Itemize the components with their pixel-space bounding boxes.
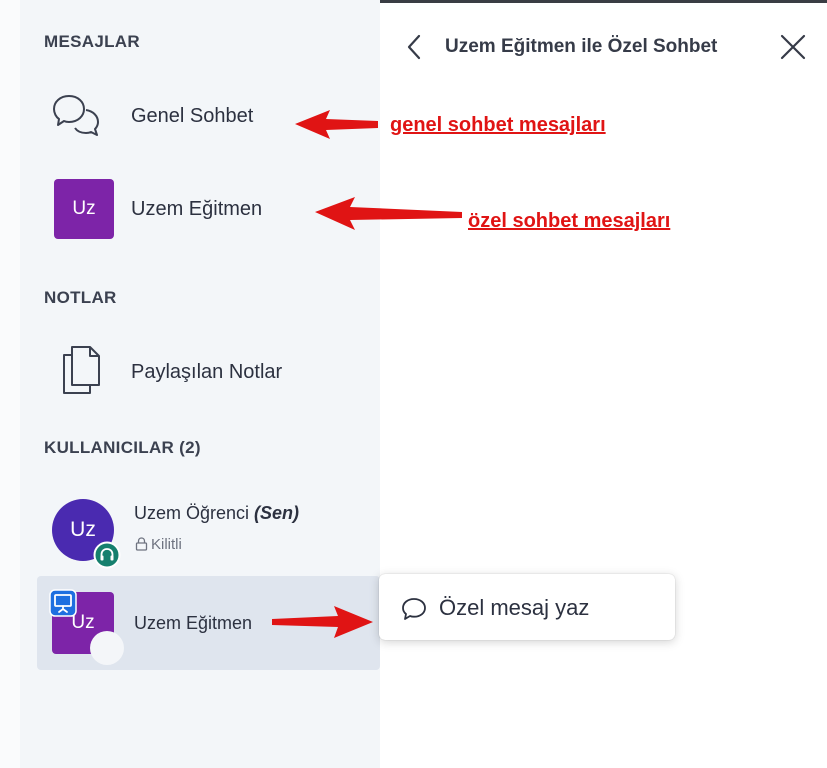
- private-message-popover[interactable]: Özel mesaj yaz: [379, 574, 675, 640]
- arrow-public: [295, 110, 378, 139]
- private-message-label: Özel mesaj yaz: [439, 595, 590, 620]
- annotation-arrows: [272, 110, 462, 638]
- arrow-popover: [272, 606, 373, 638]
- chat-bubble-icon: [402, 598, 426, 620]
- arrow-private: [315, 197, 462, 230]
